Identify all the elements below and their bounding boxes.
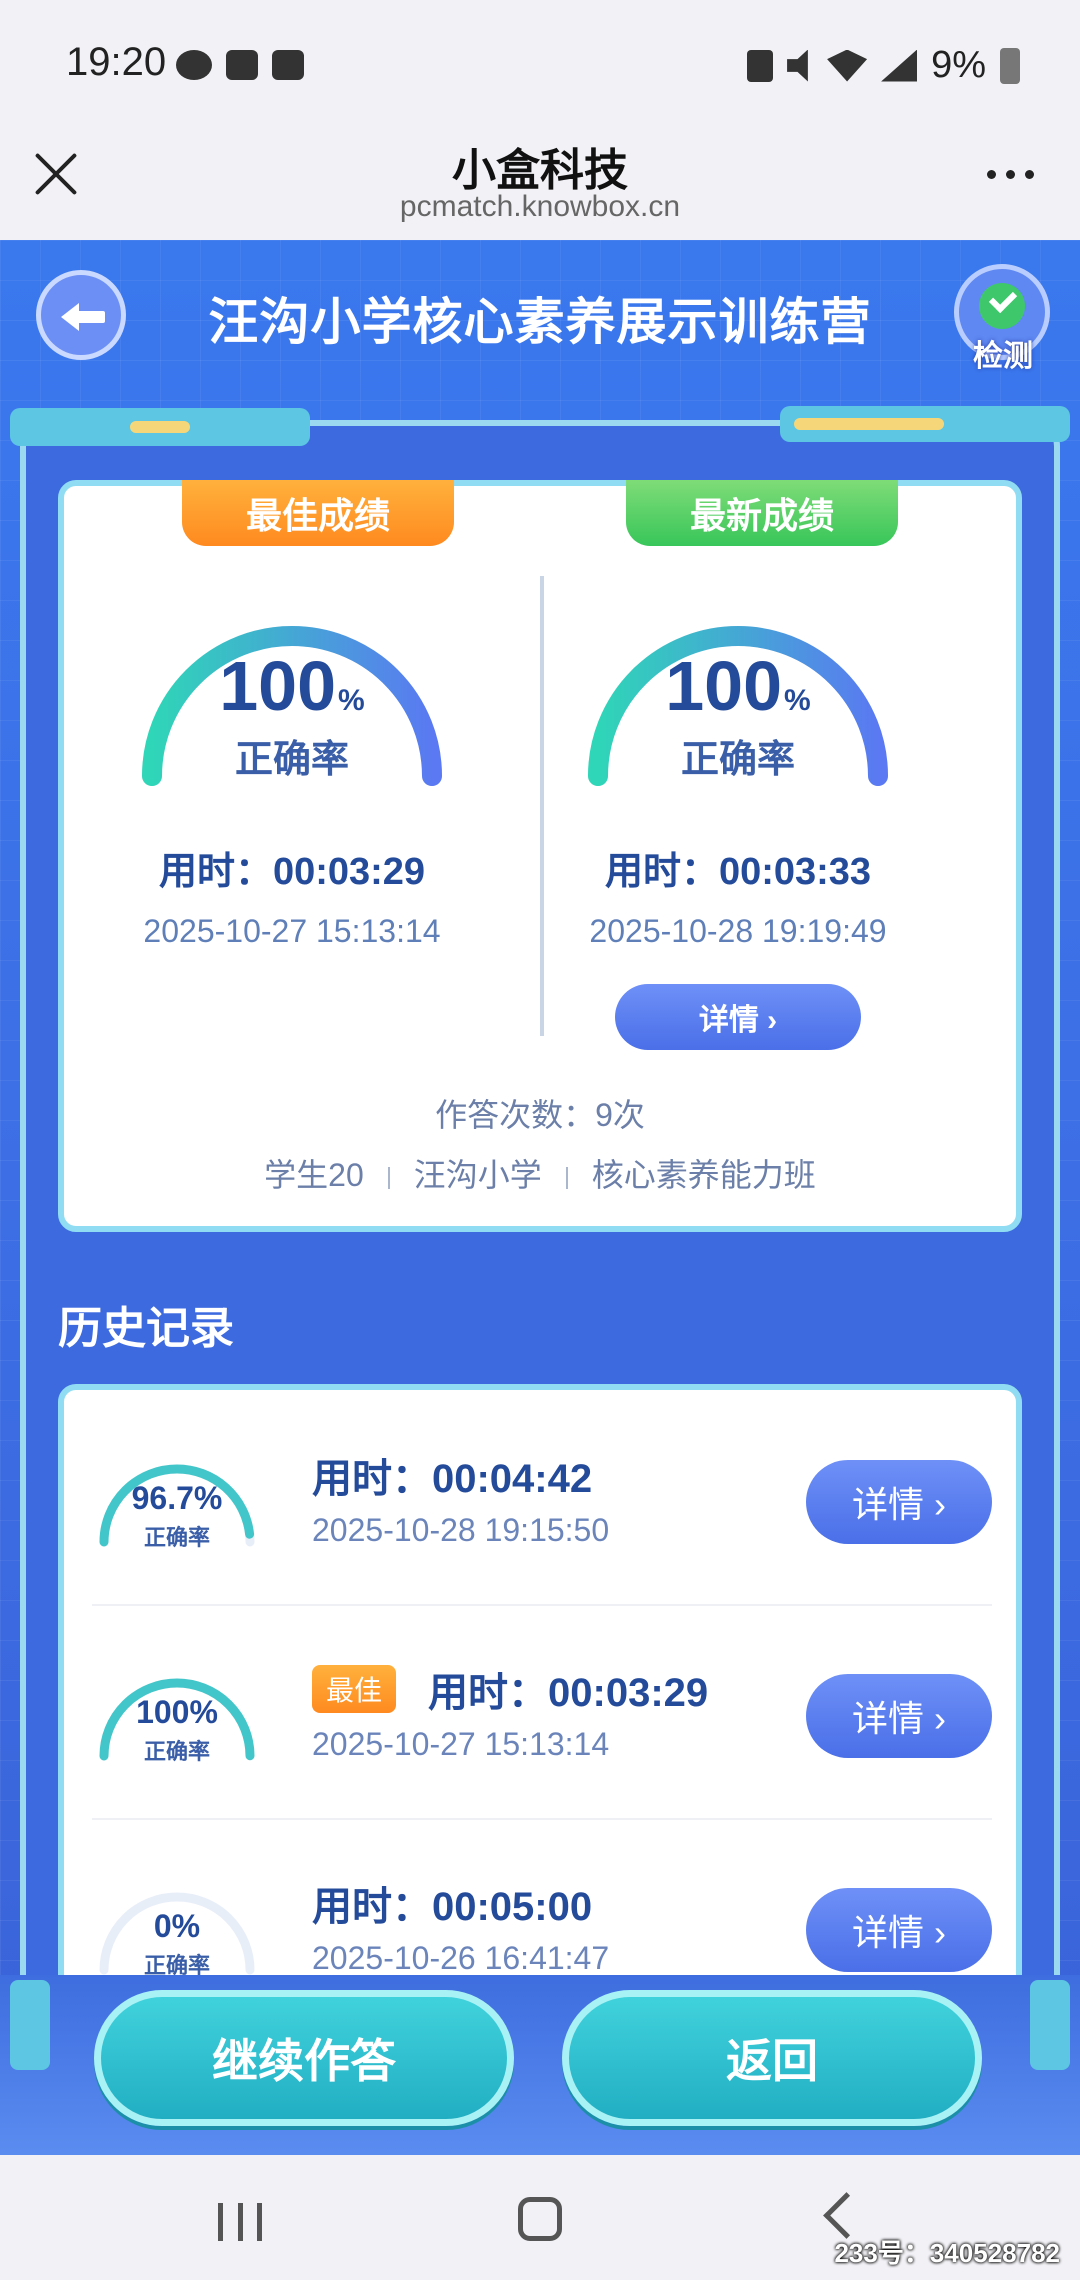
system-nav-bar: 233号：340528782 <box>0 2155 1080 2280</box>
webview-header: 小盒科技 pcmatch.knowbox.cn <box>0 110 1080 240</box>
latest-time: 用时：00:03:33 <box>604 851 872 893</box>
student-info: 学生20 汪沟小学 核心素养能力班 <box>64 1150 1016 1196</box>
check-label: 检测 <box>973 340 1033 373</box>
best-date: 2025-10-27 15:13:14 <box>143 913 441 949</box>
latest-detail-button[interactable]: 详情 › <box>615 984 861 1050</box>
wechat-icon <box>176 50 212 80</box>
row-time: 用时：00:05:00 <box>312 1885 593 1929</box>
best-accuracy-label: 正确率 <box>234 739 349 781</box>
row-date: 2025-10-26 16:41:47 <box>312 1940 610 1976</box>
signal-icon <box>881 49 918 82</box>
continue-button[interactable]: 继续作答 <box>94 1990 514 2126</box>
check-button[interactable]: 检测 <box>954 264 1050 373</box>
check-icon <box>979 283 1025 329</box>
battery-percent: 9% <box>931 44 986 86</box>
latest-accuracy-value: 100% <box>665 647 811 725</box>
status-time: 19:20 <box>66 40 167 84</box>
battery-saver-icon <box>747 49 774 82</box>
mute-icon <box>787 49 808 82</box>
latest-accuracy-label: 正确率 <box>680 739 795 781</box>
latest-score-column: 100% 正确率 用时：00:03:33 2025-10-28 19:19:49… <box>528 576 948 1050</box>
frame-decoration-bottom-right <box>1030 1980 1070 2070</box>
app-content: 汪沟小学核心素养展示训练营 检测 最佳成绩 最新成绩 100% 正确率 用时：0… <box>0 240 1080 2155</box>
row-date: 2025-10-28 19:15:50 <box>312 1512 610 1548</box>
row-detail-button[interactable]: 详情 › <box>806 1674 992 1758</box>
latest-score-tag: 最新成绩 <box>626 480 898 546</box>
school-name: 汪沟小学 <box>413 1157 542 1193</box>
home-icon[interactable] <box>518 2197 562 2241</box>
row-detail-button[interactable]: 详情 › <box>806 1460 992 1544</box>
wifi-icon <box>827 49 868 82</box>
page-title: 小盒科技 <box>452 146 628 195</box>
system-icons: 9% <box>747 44 1020 87</box>
row-time: 用时：00:04:42 <box>312 1457 593 1501</box>
row-time: 最佳 用时：00:03:29 <box>312 1660 708 1718</box>
row-accuracy-value: 0% <box>153 1908 201 1944</box>
history-row: 100% 正确率 最佳 用时：00:03:29 2025-10-27 15:13:… <box>92 1604 992 1820</box>
row-accuracy-label: 正确率 <box>143 1525 210 1550</box>
battery-icon <box>1000 47 1020 84</box>
back-icon[interactable] <box>823 2192 870 2239</box>
row-accuracy-gauge: 100% 正确率 <box>92 1648 262 1768</box>
clock-app-icon <box>272 50 304 80</box>
best-badge: 最佳 <box>312 1665 397 1713</box>
frame-decoration-right <box>780 406 1070 442</box>
best-score-column: 100% 正确率 用时：00:03:29 2025-10-27 15:13:14 <box>82 576 502 950</box>
return-button[interactable]: 返回 <box>562 1990 982 2126</box>
best-score-tag: 最佳成绩 <box>182 480 454 546</box>
latest-date: 2025-10-28 19:19:49 <box>589 913 887 949</box>
separator <box>565 1166 568 1189</box>
status-bar: 19:20 9% <box>0 0 1080 110</box>
history-title: 历史记录 <box>58 1304 234 1353</box>
latest-accuracy-gauge: 100% 正确率 <box>578 576 898 796</box>
frame-decoration-bottom-left <box>10 1980 50 2070</box>
class-name: 核心素养能力班 <box>591 1157 816 1193</box>
best-accuracy-gauge: 100% 正确率 <box>132 576 452 796</box>
page-url: pcmatch.knowbox.cn <box>399 190 681 223</box>
watermark: 233号：340528782 <box>834 2238 1060 2268</box>
attempt-count: 作答次数：9次 <box>435 1097 645 1133</box>
notification-icons <box>176 50 304 80</box>
history-row: 96.7% 正确率 用时：00:04:42 2025-10-28 19:15:5… <box>92 1390 992 1606</box>
row-accuracy-value: 100% <box>136 1694 218 1730</box>
score-summary-card: 最佳成绩 最新成绩 100% 正确率 用时：00:03:29 2025-10-2… <box>58 480 1022 1232</box>
best-time: 用时：00:03:29 <box>158 851 426 893</box>
image-icon <box>226 50 258 80</box>
student-name: 学生20 <box>264 1157 364 1193</box>
more-options-icon[interactable] <box>987 170 1034 179</box>
row-detail-button[interactable]: 详情 › <box>806 1888 992 1972</box>
row-accuracy-label: 正确率 <box>143 1739 210 1764</box>
row-accuracy-gauge: 96.7% 正确率 <box>92 1434 262 1554</box>
frame-decoration-left <box>10 408 310 446</box>
row-accuracy-value: 96.7% <box>131 1480 223 1516</box>
camp-title: 汪沟小学核心素养展示训练营 <box>208 294 872 350</box>
recent-apps-icon[interactable] <box>218 2203 262 2241</box>
row-accuracy-gauge: 0% 正确率 <box>92 1862 262 1982</box>
separator <box>387 1166 390 1189</box>
row-date: 2025-10-27 15:13:14 <box>312 1726 610 1762</box>
best-accuracy-value: 100% <box>219 647 365 725</box>
back-arrow-icon[interactable] <box>36 270 126 360</box>
